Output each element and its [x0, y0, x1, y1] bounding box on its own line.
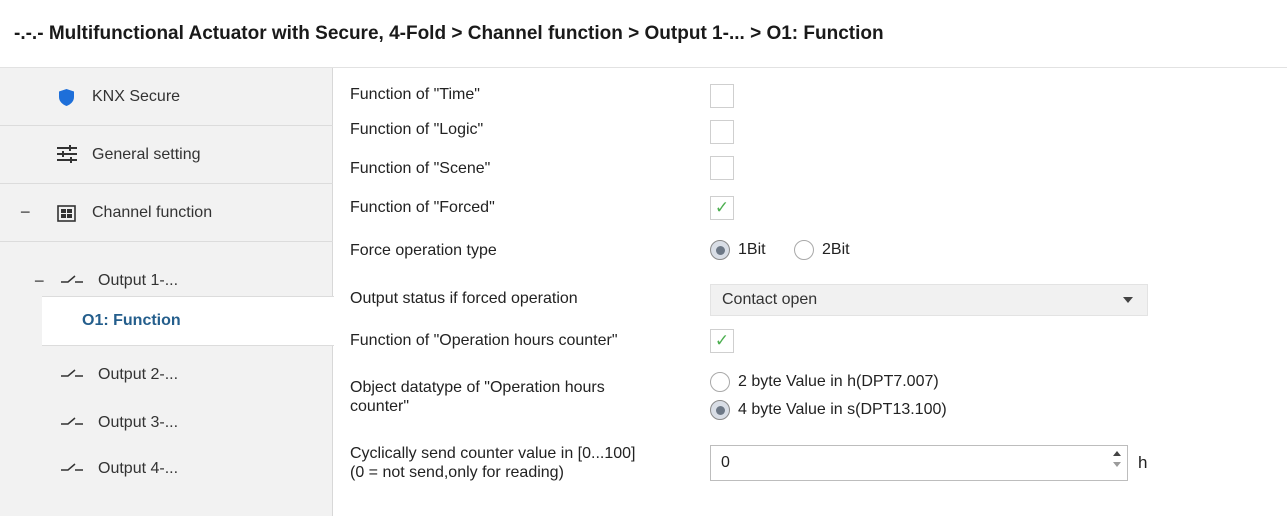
forced-function-checkbox[interactable]: ✓: [710, 196, 734, 220]
time-function-checkbox[interactable]: [710, 84, 734, 108]
datatype-radio-2byte[interactable]: 2 byte Value in h(DPT7.007): [710, 372, 939, 392]
logic-function-label: Function of "Logic": [350, 121, 484, 138]
sidebar-item-output-4[interactable]: Output 4-...: [0, 440, 333, 498]
number-stepper[interactable]: [1113, 451, 1121, 467]
shield-icon: [58, 88, 74, 106]
scene-function-checkbox[interactable]: [710, 156, 734, 180]
sidebar-item-label: KNX Secure: [92, 87, 181, 105]
datatype-label: Object datatype of "Operation hours coun…: [350, 378, 605, 416]
radio-selected-icon[interactable]: [710, 400, 730, 420]
radio-unselected-icon[interactable]: [794, 240, 814, 260]
sidebar-item-general-setting[interactable]: General setting: [0, 126, 333, 184]
sidebar-item-label: General setting: [92, 145, 201, 163]
sidebar: KNX Secure General setting − Channel fun…: [0, 68, 334, 516]
radio-unselected-icon[interactable]: [710, 372, 730, 392]
force-operation-type-label: Force operation type: [350, 242, 497, 259]
force-type-radio-2bit[interactable]: 2Bit: [794, 240, 850, 260]
sidebar-item-knx-secure[interactable]: KNX Secure: [0, 68, 333, 126]
datatype-option-label: 4 byte Value in s(DPT13.100): [738, 401, 947, 418]
sidebar-item-label: Channel function: [92, 203, 213, 221]
sidebar-item-label: Output 4-...: [98, 460, 179, 477]
switch-contact-icon: [60, 462, 84, 474]
sidebar-item-label: O1: Function: [82, 312, 181, 329]
time-function-label: Function of "Time": [350, 86, 480, 103]
cyclic-send-value: 0: [721, 454, 730, 471]
scene-function-label: Function of "Scene": [350, 160, 491, 177]
datatype-option-label: 2 byte Value in h(DPT7.007): [738, 373, 939, 390]
collapse-icon[interactable]: −: [34, 271, 45, 292]
hours-counter-checkbox[interactable]: ✓: [710, 329, 734, 353]
stepper-down-icon[interactable]: [1113, 462, 1121, 467]
forced-function-label: Function of "Forced": [350, 199, 495, 216]
stepper-up-icon[interactable]: [1113, 451, 1121, 456]
cyclic-unit-label: h: [1138, 453, 1148, 472]
sidebar-item-channel-function[interactable]: − Channel function: [0, 184, 333, 242]
output-status-label: Output status if forced operation: [350, 290, 578, 307]
switch-contact-icon: [60, 368, 84, 380]
sidebar-item-label: Output 2-...: [98, 366, 179, 383]
sidebar-item-label: Output 3-...: [98, 414, 179, 431]
sidebar-item-o1-function[interactable]: O1: Function: [42, 296, 334, 346]
grid-icon: [56, 204, 76, 222]
logic-function-checkbox[interactable]: [710, 120, 734, 144]
sidebar-item-label: Output 1-...: [98, 272, 179, 289]
force-type-radio-1bit[interactable]: 1Bit: [710, 240, 766, 260]
datatype-radio-4byte[interactable]: 4 byte Value in s(DPT13.100): [710, 400, 947, 420]
chevron-down-icon: [1123, 297, 1133, 303]
parameter-panel: Function of "Time" Function of "Logic" F…: [334, 68, 1287, 516]
collapse-icon[interactable]: −: [20, 202, 31, 223]
output-status-dropdown[interactable]: Contact open: [710, 284, 1148, 316]
datatype-label-line1: Object datatype of "Operation hours: [350, 379, 605, 396]
switch-contact-icon: [60, 416, 84, 428]
force-type-option-label: 2Bit: [822, 241, 850, 258]
force-type-option-label: 1Bit: [738, 241, 766, 258]
radio-selected-icon[interactable]: [710, 240, 730, 260]
switch-contact-icon: [60, 274, 84, 286]
cyclic-label-line1: Cyclically send counter value in [0...10…: [350, 445, 636, 462]
cyclic-send-label: Cyclically send counter value in [0...10…: [350, 444, 635, 482]
sliders-icon: [56, 144, 78, 164]
cyclic-label-line2: (0 = not send,only for reading): [350, 464, 564, 481]
cyclic-send-input[interactable]: 0: [710, 445, 1128, 481]
hours-counter-label: Function of "Operation hours counter": [350, 332, 618, 349]
window-title: -.-.- Multifunctional Actuator with Secu…: [0, 0, 1287, 68]
output-status-value: Contact open: [722, 291, 818, 308]
datatype-label-line2: counter": [350, 398, 410, 415]
